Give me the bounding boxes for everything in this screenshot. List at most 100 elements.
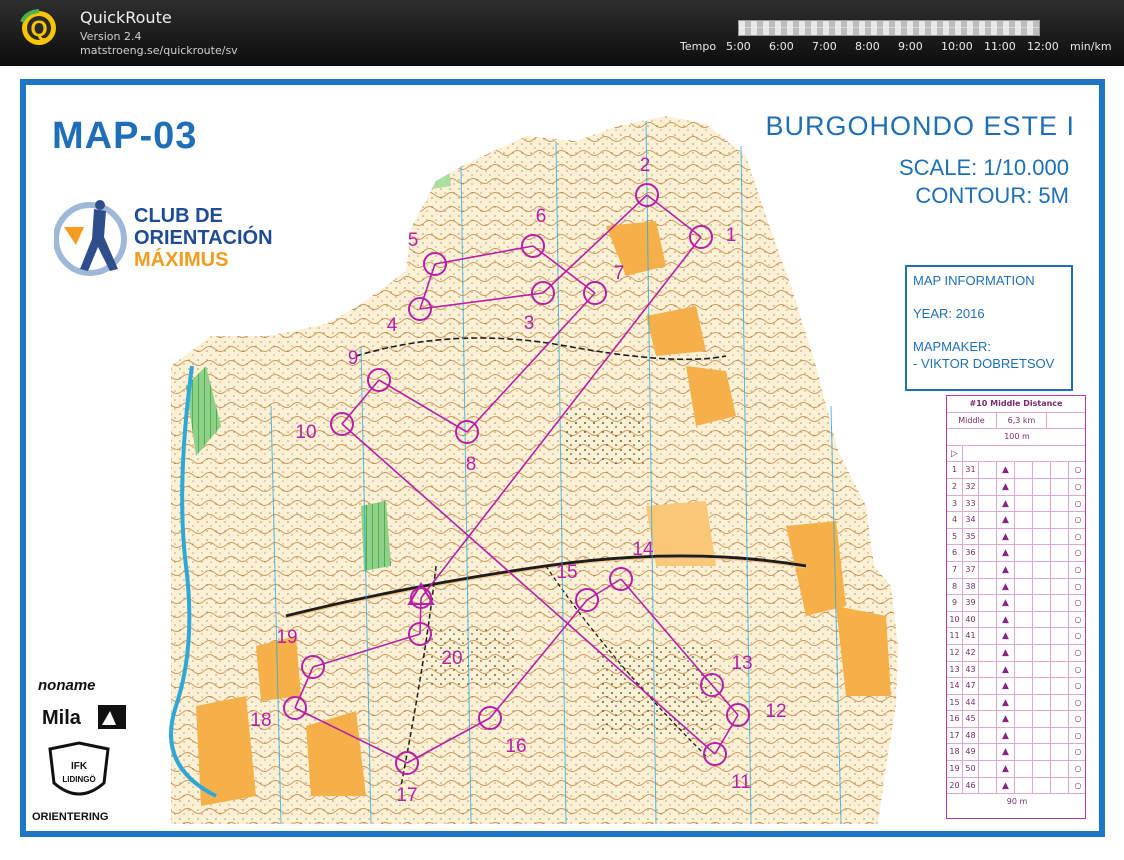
cd-column-c [979,478,997,495]
location-icon: ○ [1074,764,1082,774]
feature-icon: ▲ [997,462,1015,478]
feature-icon: ▲ [997,578,1015,595]
tempo-value: 7:00 [812,40,837,53]
tempo-value: 12:00 [1027,40,1059,53]
cd-number: 13 [947,661,963,678]
cd-code: 45 [963,711,979,727]
tempo-scale-labels: Tempo 5:00 6:00 7:00 8:00 9:00 10:00 11:00 12:00… [680,40,1112,53]
cd-row: 8 38 ▲ ○ [947,578,1085,596]
feature-icon: ▲ [997,761,1015,777]
cd-column-e [1015,462,1033,478]
cd-code: 50 [963,761,979,777]
cd-column-g [1051,611,1069,628]
feature-icon: ▲ [997,561,1015,578]
cd-row: 5 35 ▲ ○ [947,528,1085,546]
control-number: 3 [524,313,535,334]
cd-column-f [1033,578,1051,595]
cd-number: 10 [947,611,963,628]
control-number: 2 [640,155,651,176]
sponsor-noname-logo: noname [38,677,96,694]
cd-code: 47 [963,678,979,694]
control-number: 14 [632,539,654,560]
cd-finish-leg: 90 m [947,794,1085,811]
cd-number: 5 [947,528,963,545]
cd-column-e [1015,595,1033,611]
map-information-box: MAP INFORMATION YEAR: 2016 MAPMAKER: - V… [905,265,1073,391]
app-name: QuickRoute [80,8,172,27]
cd-column-e [1015,694,1033,711]
control-number: 7 [614,263,625,284]
cd-column-c [979,528,997,545]
cd-title: #10 Middle Distance [947,396,1085,413]
location-icon: ○ [1074,531,1082,541]
club-name-line: ORIENTACIÓN [134,227,273,249]
cd-column-g [1051,595,1069,611]
control-number: 19 [276,627,297,648]
tempo-value: 11:00 [984,40,1016,53]
location-icon: ○ [1074,548,1082,558]
cd-column-c [979,578,997,595]
cd-number: 12 [947,644,963,661]
location-icon: ○ [1074,697,1082,707]
location-icon: ○ [1074,481,1082,491]
cd-row: 11 41 ▲ ○ [947,628,1085,645]
cd-column-c [979,495,997,512]
feature-icon: ▲ [997,727,1015,744]
club-name-line: CLUB DE [134,205,223,227]
cd-column-e [1015,661,1033,678]
cd-column-e [1015,644,1033,661]
cd-column-g [1051,644,1069,661]
cd-number: 17 [947,727,963,744]
cd-column-e [1015,611,1033,628]
cd-column-c [979,711,997,727]
control-number: 16 [505,736,526,757]
feature-icon: ▲ [997,628,1015,644]
map-title: MAP-03 [52,115,198,157]
cd-column-f [1033,761,1051,777]
cd-column-e [1015,495,1033,512]
cd-row: 13 43 ▲ ○ [947,661,1085,679]
cd-number: 8 [947,578,963,595]
cd-column-f [1033,678,1051,694]
feature-icon: ▲ [997,661,1015,678]
orienteering-map[interactable]: 1 2 3 4 5 6 7 8 9 10 11 12 13 14 15 16 17 18 19 20 MAP-03 B… [20,79,1105,837]
cd-number: 7 [947,561,963,578]
cd-row: 18 49 ▲ ○ [947,744,1085,762]
cd-column-c [979,761,997,777]
cd-class-row: Middle 6,3 km [947,412,1085,430]
location-icon: ○ [1074,581,1082,591]
cd-column-c [979,644,997,661]
cd-number: 14 [947,678,963,694]
location-icon: ○ [1074,730,1082,740]
location-icon: ○ [1074,681,1082,691]
cd-column-c [979,561,997,578]
cd-start-leg-text: 100 m [1004,432,1030,442]
cd-number: 19 [947,761,963,777]
cd-rows: 1 31 ▲ ○ 2 32 ▲ ○ 3 33 ▲ ○ 4 34 ▲ ○ 5 35 ▲ ○ 6 36 ▲ ○ 7 37 ▲ ○ 8 38 ▲ ○… [947,462,1085,795]
svg-text:IFK: IFK [71,761,88,772]
cd-column-g [1051,462,1069,478]
cd-row: 2 32 ▲ ○ [947,478,1085,496]
cd-code: 32 [963,478,979,495]
cd-column-e [1015,578,1033,595]
feature-icon: ▲ [997,495,1015,512]
cd-row: 10 40 ▲ ○ [947,611,1085,629]
area-title: BURGOHONDO ESTE I [765,111,1075,141]
cd-column-g [1051,478,1069,495]
location-icon: ○ [1074,465,1082,475]
cd-column-f [1033,694,1051,711]
control-number: 13 [731,653,752,674]
cd-column-e [1015,545,1033,561]
app-url[interactable]: matstroeng.se/quickroute/sv [80,44,238,57]
cd-code: 39 [963,595,979,611]
control-number: 9 [348,348,359,369]
cd-column-c [979,462,997,478]
cd-column-f [1033,777,1051,794]
cd-code: 40 [963,611,979,628]
cd-row: 20 46 ▲ ○ [947,777,1085,795]
feature-icon: ▲ [997,611,1015,628]
info-heading: MAP INFORMATION [913,273,1035,288]
cd-number: 4 [947,512,963,528]
start-icon: ▷ [947,445,963,462]
app-header: Q QuickRoute Version 2.4 matstroeng.se/q… [0,0,1124,66]
